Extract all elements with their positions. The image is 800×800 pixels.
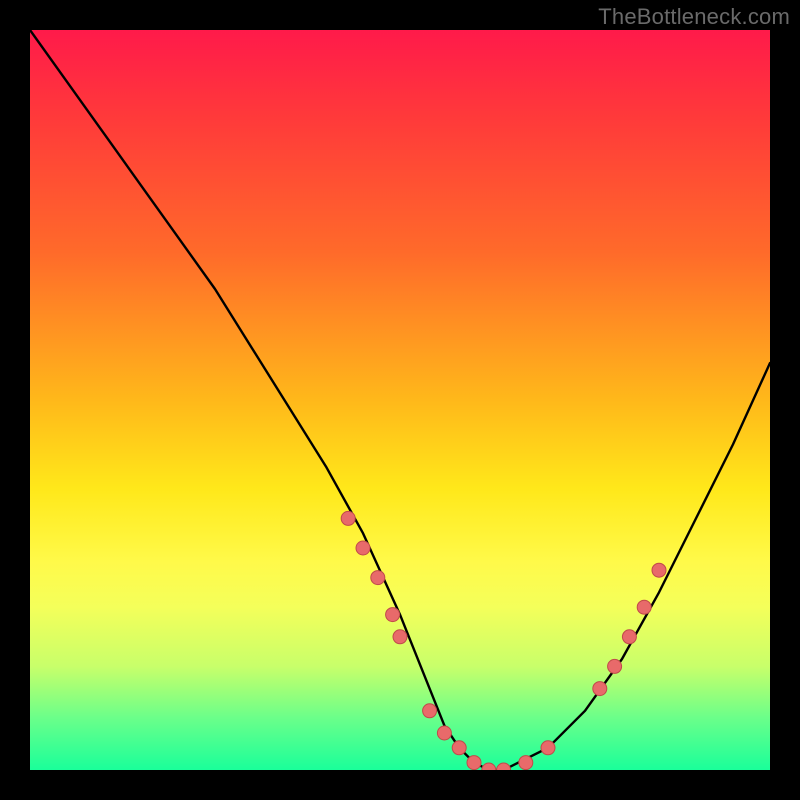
data-point	[593, 682, 607, 696]
data-point	[452, 741, 466, 755]
data-point	[356, 541, 370, 555]
plot-area	[30, 30, 770, 770]
data-point	[467, 756, 481, 770]
bottleneck-curve	[30, 30, 770, 770]
data-point	[423, 704, 437, 718]
chart-svg	[30, 30, 770, 770]
data-point	[497, 763, 511, 770]
data-point	[393, 630, 407, 644]
data-point	[386, 608, 400, 622]
data-point	[519, 756, 533, 770]
attribution-text: TheBottleneck.com	[598, 4, 790, 30]
data-point	[371, 571, 385, 585]
data-point	[437, 726, 451, 740]
data-point	[608, 659, 622, 673]
data-point	[652, 563, 666, 577]
curve-layer	[30, 30, 770, 770]
points-layer	[341, 511, 666, 770]
data-point	[637, 600, 651, 614]
data-point	[622, 630, 636, 644]
data-point	[341, 511, 355, 525]
chart-container: TheBottleneck.com	[0, 0, 800, 800]
data-point	[482, 763, 496, 770]
data-point	[541, 741, 555, 755]
